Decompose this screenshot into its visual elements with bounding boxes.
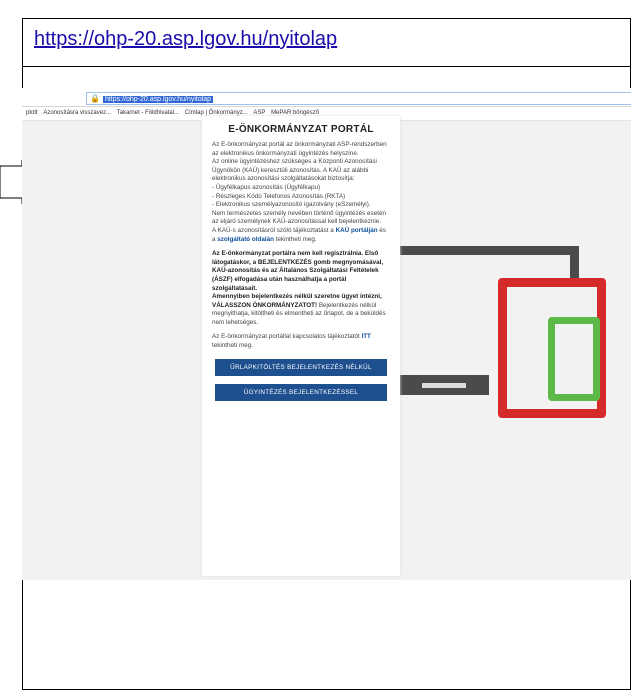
phone-illustration <box>548 317 600 401</box>
caption-url-link[interactable]: https://ohp-20.asp.lgov.hu/nyitolap <box>34 28 337 51</box>
bookmark-item[interactable]: Takarnet - Földhivatal... <box>117 107 179 120</box>
kau-portal-link[interactable]: KAÜ portálján <box>336 227 378 234</box>
callout-divider <box>22 66 631 67</box>
portal-contact-info: Az E-önkormányzat portállal kapcsolatos … <box>212 333 371 350</box>
bookmark-item[interactable]: Azonosításra visszavez... <box>43 107 111 120</box>
portal-intro: Az E-önkormányzat portál az önkormányzat… <box>212 141 387 243</box>
portal-title: E-ÖNKORMÁNYZAT PORTÁL <box>228 124 374 135</box>
portal-panel: E-ÖNKORMÁNYZAT PORTÁL Az E-önkormányzat … <box>202 116 400 576</box>
form-without-login-button[interactable]: ŰRLAPKITÖLTÉS BEJELENTKEZÉS NÉLKÜL <box>215 358 387 376</box>
provider-page-link[interactable]: szolgáltató oldalán <box>217 236 274 243</box>
lock-icon: 🔒 <box>90 94 100 103</box>
portal-text: Az E-önkormányzat portál az önkormányzat… <box>202 141 400 351</box>
login-button[interactable]: ÜGYINTÉZÉS BEJELENTKEZÉSSEL <box>215 383 387 401</box>
bookmark-item[interactable]: ptott <box>26 107 38 120</box>
portal-registration-info: Az E-önkormányzat portálra nem kell regi… <box>212 250 386 326</box>
address-url: https://ohp-20.asp.lgov.hu/nyitolap <box>102 96 214 103</box>
contact-itt-link[interactable]: ITT <box>361 333 370 340</box>
laptop-slot-illustration <box>422 383 466 388</box>
browser-toolbar: 🔒 https://ohp-20.asp.lgov.hu/nyitolap <box>22 88 631 107</box>
address-bar[interactable]: 🔒 https://ohp-20.asp.lgov.hu/nyitolap <box>86 92 631 105</box>
browser-screenshot: 🔒 https://ohp-20.asp.lgov.hu/nyitolap pto… <box>22 88 631 580</box>
